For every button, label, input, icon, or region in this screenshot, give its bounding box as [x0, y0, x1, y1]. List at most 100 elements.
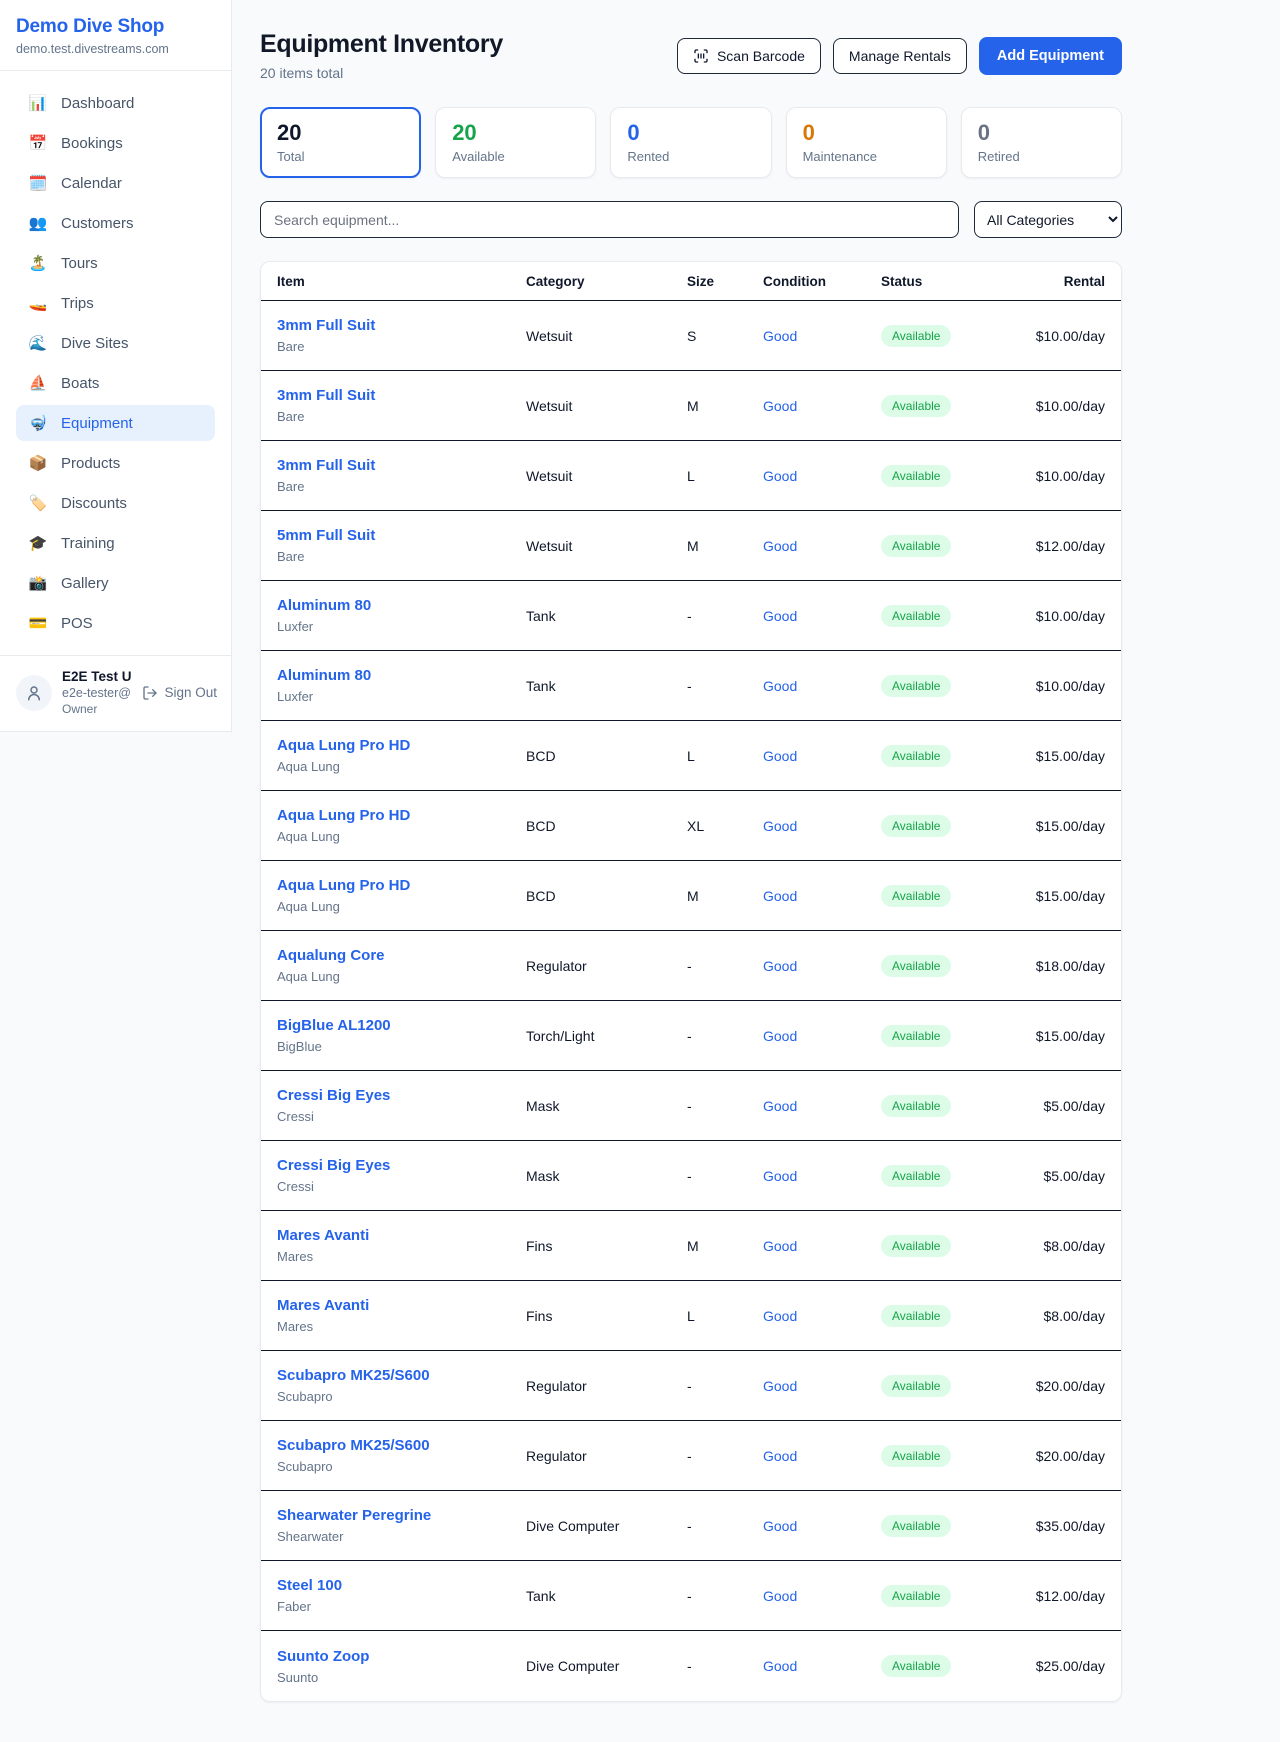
search-input[interactable]	[260, 201, 959, 238]
sidebar-item-pos[interactable]: 💳POS	[16, 605, 215, 641]
sidebar-item-tours[interactable]: 🏝️Tours	[16, 245, 215, 281]
item-link[interactable]: Cressi Big Eyes	[277, 1157, 390, 1174]
condition-link[interactable]: Good	[763, 748, 797, 764]
item-cell: 5mm Full SuitBare	[277, 515, 526, 576]
stat-card-maintenance[interactable]: 0Maintenance	[786, 107, 947, 178]
condition-link[interactable]: Good	[763, 678, 797, 694]
item-link[interactable]: Suunto Zoop	[277, 1648, 369, 1665]
condition-cell: Good	[763, 596, 881, 636]
stat-card-retired[interactable]: 0Retired	[961, 107, 1122, 178]
category-cell: BCD	[526, 876, 687, 916]
item-link[interactable]: Shearwater Peregrine	[277, 1507, 431, 1524]
sidebar-item-label: Bookings	[61, 135, 123, 152]
condition-link[interactable]: Good	[763, 1378, 797, 1394]
item-link[interactable]: 3mm Full Suit	[277, 387, 375, 404]
sidebar-item-trips[interactable]: 🚤Trips	[16, 285, 215, 321]
condition-link[interactable]: Good	[763, 1098, 797, 1114]
item-link[interactable]: Scubapro MK25/S600	[277, 1367, 430, 1384]
category-cell: Wetsuit	[526, 456, 687, 496]
rental-cell: $5.00/day	[1011, 1086, 1105, 1126]
stat-card-total[interactable]: 20Total	[260, 107, 421, 178]
status-badge: Available	[881, 1095, 951, 1117]
sidebar: Demo Dive Shop demo.test.divestreams.com…	[0, 0, 232, 732]
category-cell: Fins	[526, 1296, 687, 1336]
condition-link[interactable]: Good	[763, 818, 797, 834]
sidebar-item-dashboard[interactable]: 📊Dashboard	[16, 85, 215, 121]
stat-value: 0	[803, 120, 930, 146]
manage-rentals-button[interactable]: Manage Rentals	[833, 38, 967, 74]
add-equipment-button[interactable]: Add Equipment	[979, 37, 1122, 75]
item-link[interactable]: Aqua Lung Pro HD	[277, 807, 410, 824]
stat-card-rented[interactable]: 0Rented	[610, 107, 771, 178]
item-link[interactable]: Aluminum 80	[277, 667, 371, 684]
item-link[interactable]: Aqualung Core	[277, 947, 385, 964]
size-cell: M	[687, 526, 763, 566]
sidebar-item-training[interactable]: 🎓Training	[16, 525, 215, 561]
item-link[interactable]: Scubapro MK25/S600	[277, 1437, 430, 1454]
items-count: 20 items total	[260, 65, 503, 81]
condition-link[interactable]: Good	[763, 1588, 797, 1604]
item-brand: Faber	[277, 1599, 526, 1614]
status-cell: Available	[881, 523, 1011, 569]
sidebar-item-calendar[interactable]: 🗓️Calendar	[16, 165, 215, 201]
item-link[interactable]: Aqua Lung Pro HD	[277, 877, 410, 894]
diving-mask-icon: 🤿	[28, 414, 48, 432]
stat-card-available[interactable]: 20Available	[435, 107, 596, 178]
condition-link[interactable]: Good	[763, 328, 797, 344]
sidebar-item-gallery[interactable]: 📸Gallery	[16, 565, 215, 601]
sidebar-item-equipment[interactable]: 🤿Equipment	[16, 405, 215, 441]
item-link[interactable]: Mares Avanti	[277, 1227, 369, 1244]
condition-link[interactable]: Good	[763, 1518, 797, 1534]
sidebar-item-customers[interactable]: 👥Customers	[16, 205, 215, 241]
rental-cell: $8.00/day	[1011, 1226, 1105, 1266]
sidebar-item-boats[interactable]: ⛵Boats	[16, 365, 215, 401]
condition-link[interactable]: Good	[763, 888, 797, 904]
sign-out-button[interactable]: Sign Out	[142, 685, 217, 701]
item-link[interactable]: Aluminum 80	[277, 597, 371, 614]
item-link[interactable]: Aqua Lung Pro HD	[277, 737, 410, 754]
stat-value: 20	[277, 120, 404, 146]
table-row: 3mm Full SuitBareWetsuitLGoodAvailable$1…	[261, 441, 1121, 511]
condition-cell: Good	[763, 386, 881, 426]
sign-out-label: Sign Out	[164, 685, 217, 700]
condition-link[interactable]: Good	[763, 538, 797, 554]
sidebar-item-products[interactable]: 📦Products	[16, 445, 215, 481]
condition-link[interactable]: Good	[763, 958, 797, 974]
condition-link[interactable]: Good	[763, 1238, 797, 1254]
condition-link[interactable]: Good	[763, 468, 797, 484]
status-badge: Available	[881, 1515, 951, 1537]
size-cell: L	[687, 736, 763, 776]
stat-label: Retired	[978, 149, 1105, 164]
item-link[interactable]: Mares Avanti	[277, 1297, 369, 1314]
category-filter[interactable]: All Categories	[974, 201, 1122, 238]
page-header: Equipment Inventory 20 items total Scan …	[260, 30, 1122, 81]
sidebar-item-dive-sites[interactable]: 🌊Dive Sites	[16, 325, 215, 361]
condition-link[interactable]: Good	[763, 398, 797, 414]
condition-link[interactable]: Good	[763, 1168, 797, 1184]
condition-link[interactable]: Good	[763, 608, 797, 624]
condition-link[interactable]: Good	[763, 1448, 797, 1464]
item-link[interactable]: Steel 100	[277, 1577, 342, 1594]
item-link[interactable]: BigBlue AL1200	[277, 1017, 391, 1034]
shop-name[interactable]: Demo Dive Shop	[16, 16, 215, 38]
item-link[interactable]: 3mm Full Suit	[277, 457, 375, 474]
item-link[interactable]: 3mm Full Suit	[277, 317, 375, 334]
table-row: BigBlue AL1200BigBlueTorch/Light-GoodAva…	[261, 1001, 1121, 1071]
stat-label: Rented	[627, 149, 754, 164]
item-link[interactable]: 5mm Full Suit	[277, 527, 375, 544]
rental-cell: $25.00/day	[1011, 1646, 1105, 1686]
item-brand: Bare	[277, 339, 526, 354]
scan-barcode-button[interactable]: Scan Barcode	[677, 38, 821, 74]
condition-link[interactable]: Good	[763, 1028, 797, 1044]
item-brand: Aqua Lung	[277, 899, 526, 914]
condition-link[interactable]: Good	[763, 1658, 797, 1674]
condition-link[interactable]: Good	[763, 1308, 797, 1324]
sidebar-item-bookings[interactable]: 📅Bookings	[16, 125, 215, 161]
sidebar-item-discounts[interactable]: 🏷️Discounts	[16, 485, 215, 521]
table-row: Aqua Lung Pro HDAqua LungBCDXLGoodAvaila…	[261, 791, 1121, 861]
size-cell: -	[687, 946, 763, 986]
table-row: 5mm Full SuitBareWetsuitMGoodAvailable$1…	[261, 511, 1121, 581]
size-cell: -	[687, 1366, 763, 1406]
status-badge: Available	[881, 1025, 951, 1047]
item-link[interactable]: Cressi Big Eyes	[277, 1087, 390, 1104]
